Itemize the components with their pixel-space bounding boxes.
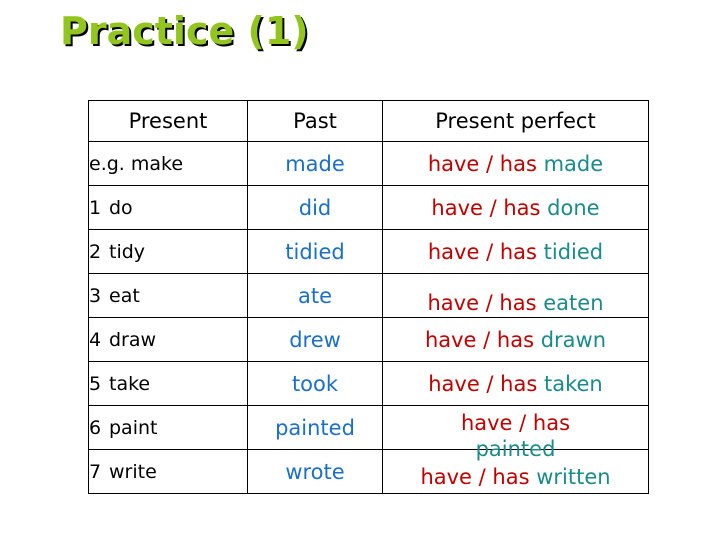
cell-present: 5take: [89, 362, 248, 406]
cell-past: painted: [248, 406, 383, 450]
table-row: 1do did have / has done: [89, 186, 649, 230]
present-verb: tidy: [109, 241, 145, 263]
present-verb: paint: [109, 417, 157, 439]
cell-past: did: [248, 186, 383, 230]
cell-present: e.g. make: [89, 142, 248, 186]
past-participle: tidied: [544, 240, 603, 264]
present-verb: do: [109, 197, 133, 219]
row-number: 6: [89, 417, 109, 439]
table-header-row: Present Past Present perfect: [89, 101, 649, 142]
auxiliary-verb: have / has: [428, 240, 537, 264]
table-row: 6paint painted have / haspainted: [89, 406, 649, 450]
cell-present: 1do: [89, 186, 248, 230]
past-participle: done: [547, 196, 599, 220]
row-number: 3: [89, 285, 109, 307]
past-participle: eaten: [543, 291, 603, 315]
auxiliary-verb: have / has: [427, 291, 536, 315]
cell-present: 6paint: [89, 406, 248, 450]
cell-past: made: [248, 142, 383, 186]
row-number: 1: [89, 197, 109, 219]
cell-past: took: [248, 362, 383, 406]
cell-present-perfect: have / haspainted: [383, 406, 649, 450]
present-verb: draw: [109, 329, 156, 351]
past-participle: drawn: [541, 328, 606, 352]
row-number: 4: [89, 329, 109, 351]
cell-present: 4draw: [89, 318, 248, 362]
past-participle: taken: [544, 372, 603, 396]
present-perfect-text: have / has written: [387, 464, 644, 490]
auxiliary-verb: have / has: [425, 328, 534, 352]
present-verb: take: [109, 373, 150, 395]
past-participle: written: [536, 465, 610, 489]
row-number: 7: [89, 461, 109, 483]
column-header-past: Past: [248, 101, 383, 142]
cell-past: ate: [248, 274, 383, 318]
auxiliary-verb: have / has: [461, 411, 570, 435]
row-number: 5: [89, 373, 109, 395]
column-header-present: Present: [89, 101, 248, 142]
cell-present-perfect: have / has eaten: [383, 274, 649, 318]
cell-past: drew: [248, 318, 383, 362]
present-perfect-text: have / has eaten: [387, 290, 644, 316]
row-number: 2: [89, 241, 109, 263]
present-verb: write: [109, 461, 157, 483]
table-row: 7write wrote have / has written: [89, 450, 649, 494]
past-participle: made: [544, 152, 604, 176]
cell-present-perfect: have / has taken: [383, 362, 649, 406]
auxiliary-verb: have / has: [431, 196, 540, 220]
cell-past: wrote: [248, 450, 383, 494]
auxiliary-verb: have / has: [420, 465, 529, 489]
cell-present-perfect: have / has made: [383, 142, 649, 186]
cell-present: 7write: [89, 450, 248, 494]
cell-present-perfect: have / has drawn: [383, 318, 649, 362]
verb-conjugation-table: Present Past Present perfect e.g. make m…: [88, 100, 649, 494]
table-row: 4draw drew have / has drawn: [89, 318, 649, 362]
present-verb: eat: [109, 285, 140, 307]
cell-present-perfect: have / has written: [383, 450, 649, 494]
table-row: 3eat ate have / has eaten: [89, 274, 649, 318]
cell-present: 3eat: [89, 274, 248, 318]
table-row: e.g. make made have / has made: [89, 142, 649, 186]
table-row: 2tidy tidied have / has tidied: [89, 230, 649, 274]
table-row: 5take took have / has taken: [89, 362, 649, 406]
auxiliary-verb: have / has: [428, 152, 537, 176]
cell-present: 2tidy: [89, 230, 248, 274]
page-title: Practice (1): [60, 8, 309, 54]
present-verb: e.g. make: [89, 153, 183, 175]
auxiliary-verb: have / has: [428, 372, 537, 396]
cell-present-perfect: have / has tidied: [383, 230, 649, 274]
cell-past: tidied: [248, 230, 383, 274]
cell-present-perfect: have / has done: [383, 186, 649, 230]
column-header-present-perfect: Present perfect: [383, 101, 649, 142]
